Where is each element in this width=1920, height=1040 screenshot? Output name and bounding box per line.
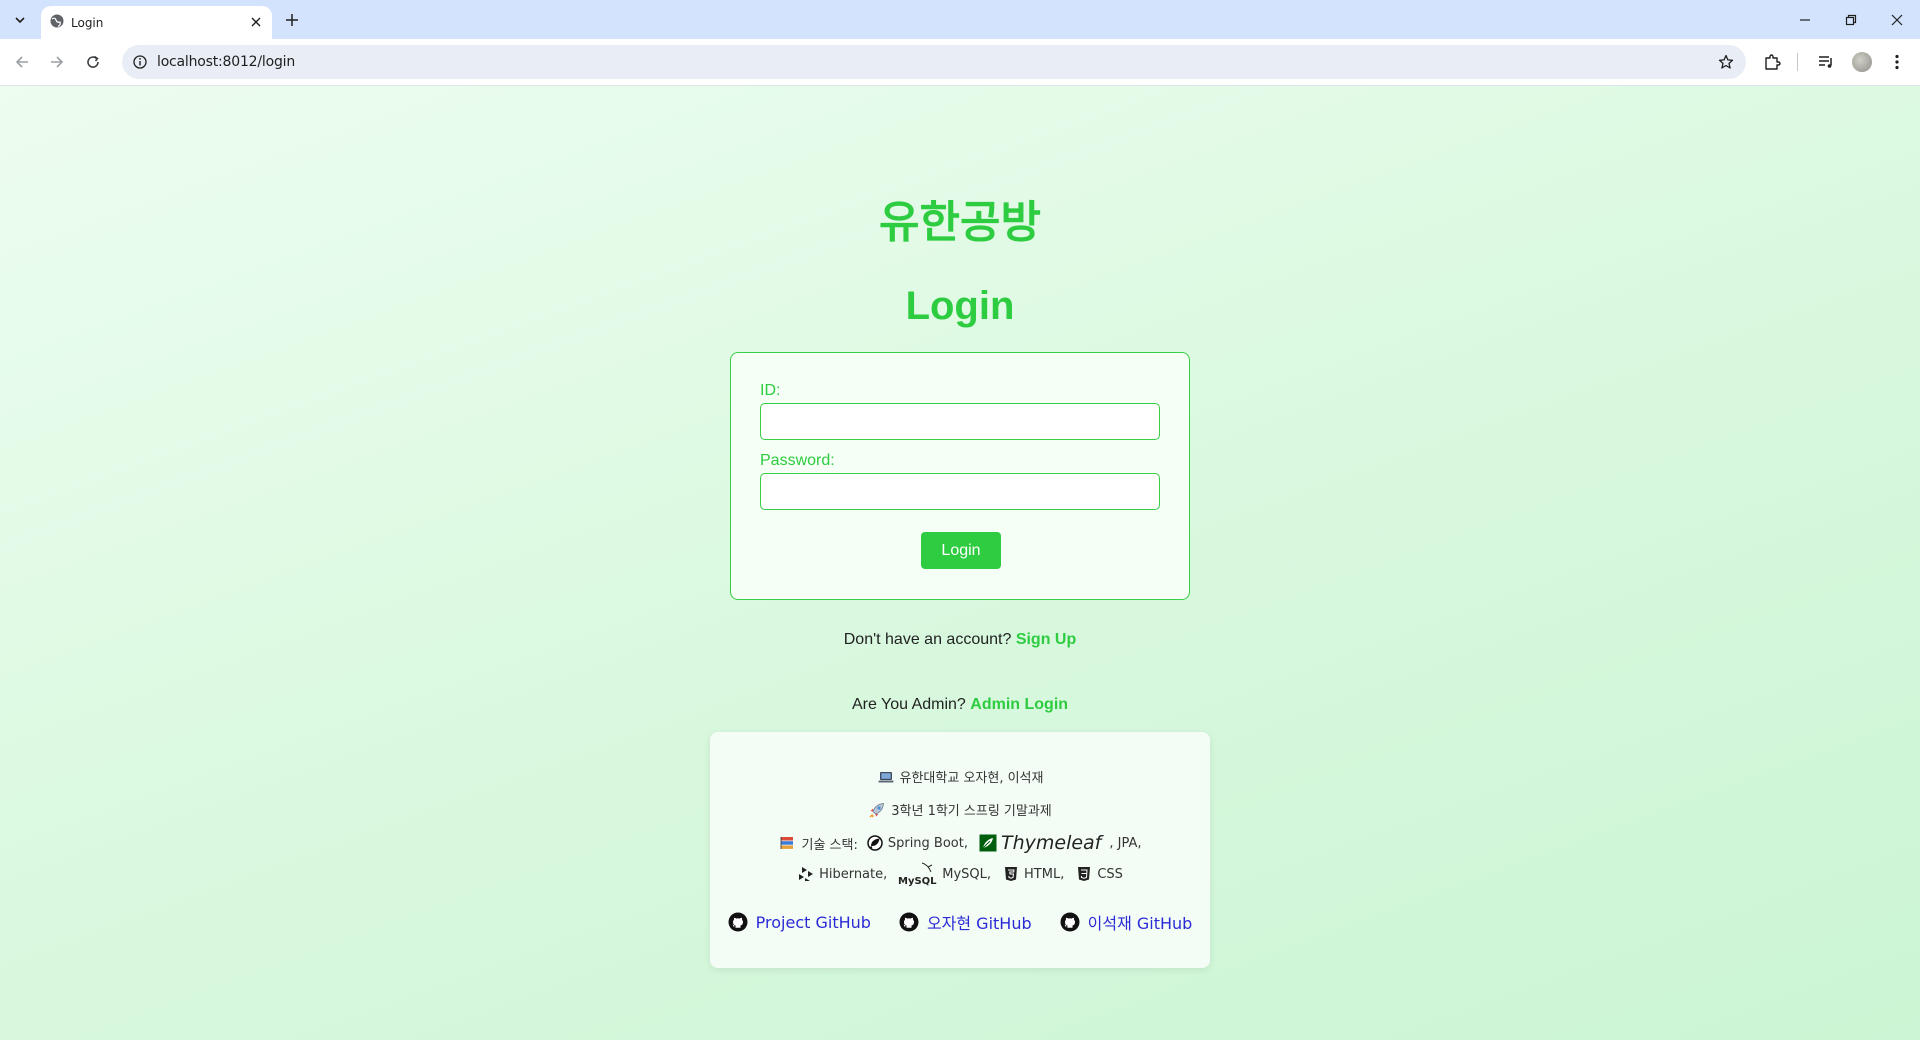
spring-boot-icon [867, 835, 883, 851]
spring-boot-item: Spring Boot, [866, 834, 968, 852]
hibernate-icon [799, 867, 814, 881]
course-line: 3학년 1학기 스프링 기말과제 [710, 800, 1210, 819]
admin-prompt: Are You Admin? Admin Login [0, 696, 1920, 714]
tech-stack-line-1: 기술 스택: Spring Boot, Thymeleaf , JPA, [710, 832, 1210, 854]
password-input[interactable] [760, 473, 1160, 510]
browser-toolbar: localhost:8012/login [0, 39, 1920, 86]
plus-icon [286, 14, 298, 26]
hibernate-text: Hibernate, [819, 866, 888, 882]
close-icon [251, 17, 261, 27]
signup-prompt-text: Don't have an account? [843, 631, 1012, 648]
forward-button[interactable] [44, 49, 70, 75]
ojahyun-github-link[interactable]: 오자현 GitHub [899, 910, 1032, 934]
globe-icon [50, 14, 64, 28]
thymeleaf-item: Thymeleaf [979, 832, 1101, 854]
profile-avatar[interactable] [1852, 52, 1872, 72]
arrow-right-icon [51, 56, 64, 68]
html-item: HTML, [1002, 865, 1064, 883]
bookmark-button[interactable] [1716, 52, 1736, 72]
github-links: Project GitHub 오자현 GitHub 이석재 GitHub [710, 910, 1210, 934]
puzzle-icon [1765, 54, 1781, 70]
tech-stack-label: 기술 스택: [801, 837, 858, 853]
signup-prompt: Don't have an account? Sign Up [0, 631, 1920, 649]
course-text: 3학년 1학기 스프링 기말과제 [891, 804, 1052, 819]
authors-text: 유한대학교 오자현, 이석재 [899, 771, 1044, 786]
browser-tab-bar: Login [0, 0, 1920, 39]
new-tab-button[interactable] [282, 10, 302, 30]
minimize-icon [1800, 18, 1810, 21]
address-bar[interactable]: localhost:8012/login [122, 45, 1746, 79]
thymeleaf-icon [979, 834, 997, 852]
extensions-button[interactable] [1761, 51, 1783, 73]
chevron-down-icon [15, 17, 25, 24]
github-icon [1060, 912, 1080, 932]
url-text: localhost:8012/login [157, 54, 296, 70]
reload-button[interactable] [80, 49, 106, 75]
brand-title: 유한공방 [879, 197, 1041, 248]
css-item: CSS [1075, 865, 1123, 883]
project-github-link[interactable]: Project GitHub [728, 910, 871, 934]
mysql-logo-text: MySQL [898, 876, 937, 887]
html5-icon [1005, 867, 1018, 881]
login-form: ID: Password: Login [730, 352, 1190, 600]
leeseokjae-github-link[interactable]: 이석재 GitHub [1060, 910, 1193, 934]
star-icon [1718, 54, 1734, 69]
tech-stack-line-2: Hibernate, MySQL MySQL, HTML, CSS [710, 861, 1210, 887]
id-label: ID: [760, 382, 781, 399]
tab-search-button[interactable] [8, 8, 32, 32]
password-label: Password: [760, 452, 835, 469]
thymeleaf-wordmark: Thymeleaf [1000, 832, 1102, 854]
hibernate-item: Hibernate, [797, 865, 887, 883]
browser-tab[interactable]: Login [41, 6, 272, 39]
page-body: 유한공방 Login ID: Password: Login Don't hav… [0, 86, 1920, 1040]
site-info-button[interactable] [130, 52, 150, 72]
more-vertical-icon [1895, 54, 1899, 70]
github-icon [899, 912, 919, 932]
mysql-text: MySQL, [942, 866, 992, 882]
jpa-text: , JPA, [1109, 835, 1142, 851]
window-close-button[interactable] [1874, 0, 1920, 39]
info-icon [133, 55, 147, 69]
github-icon [728, 912, 748, 932]
reload-icon [87, 55, 99, 68]
tab-title: Login [71, 16, 104, 30]
rocket-icon [869, 802, 885, 817]
css3-icon [1078, 867, 1091, 881]
leeseokjae-github-text: 이석재 GitHub [1087, 914, 1193, 933]
minimize-button[interactable] [1782, 0, 1828, 39]
login-button[interactable]: Login [921, 532, 1001, 569]
project-github-text: Project GitHub [755, 912, 871, 932]
signup-link[interactable]: Sign Up [1016, 631, 1076, 648]
playlist-icon [1819, 56, 1832, 68]
mysql-item: MySQL MySQL, [898, 861, 991, 887]
id-input[interactable] [760, 403, 1160, 440]
laptop-icon [878, 771, 894, 782]
admin-prompt-text: Are You Admin? [851, 696, 966, 713]
restore-icon [1845, 14, 1857, 25]
css-text: CSS [1097, 866, 1123, 882]
tab-close-button[interactable] [248, 14, 264, 30]
page-title: Login [905, 284, 1015, 328]
media-controls-button[interactable] [1815, 51, 1837, 73]
browser-menu-button[interactable] [1886, 51, 1908, 73]
spring-boot-text: Spring Boot, [887, 835, 968, 851]
toolbar-divider [1797, 53, 1798, 71]
authors-line: 유한대학교 오자현, 이석재 [710, 767, 1210, 786]
admin-login-link[interactable]: Admin Login [970, 696, 1068, 713]
books-icon [781, 837, 794, 849]
back-button[interactable] [9, 49, 35, 75]
arrow-left-icon [15, 56, 28, 68]
restore-button[interactable] [1828, 0, 1874, 39]
ojahyun-github-text: 오자현 GitHub [926, 914, 1032, 933]
mysql-icon: MySQL [898, 862, 937, 887]
project-info-footer: 유한대학교 오자현, 이석재 3학년 1학기 스프링 기말과제 기술 스택: S… [710, 732, 1210, 968]
html-text: HTML, [1024, 866, 1065, 882]
close-icon [1891, 14, 1903, 25]
